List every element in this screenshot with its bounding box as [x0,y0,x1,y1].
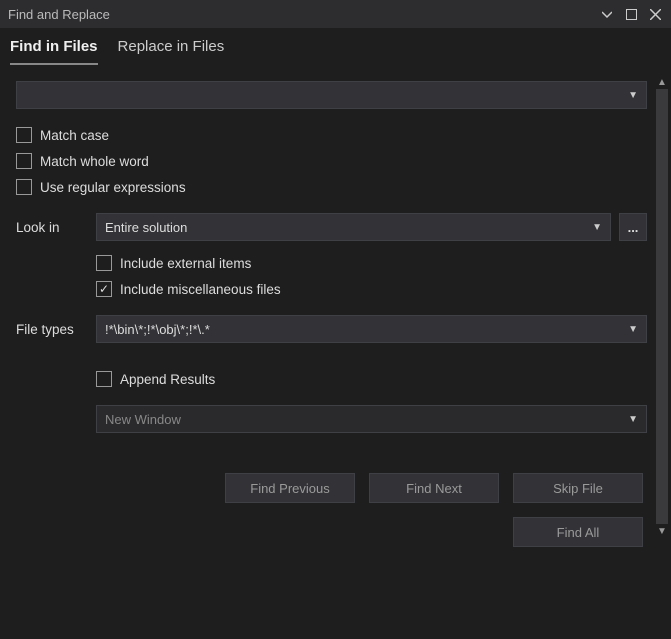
results-window-combo[interactable]: New Window ▼ [96,405,647,433]
scrollbar[interactable]: ▲ ▼ [655,75,669,538]
append-results-checkbox[interactable] [96,371,112,387]
match-case-checkbox[interactable] [16,127,32,143]
match-whole-word-checkbox[interactable] [16,153,32,169]
maximize-icon[interactable] [623,6,639,22]
find-all-button[interactable]: Find All [513,517,643,547]
tab-find-in-files[interactable]: Find in Files [10,38,98,65]
browse-button[interactable]: ... [619,213,647,241]
file-types-value: !*\bin\*;!*\obj\*;!*\.* [105,322,210,337]
window-title: Find and Replace [8,7,110,22]
content-panel: ▼ Match case Match whole word Use regula… [0,65,671,638]
window-menu-icon[interactable] [599,6,615,22]
include-misc-checkbox[interactable] [96,281,112,297]
chevron-down-icon: ▼ [628,414,638,425]
include-misc-label: Include miscellaneous files [120,282,281,297]
file-types-combo[interactable]: !*\bin\*;!*\obj\*;!*\.* ▼ [96,315,647,343]
search-input[interactable]: ▼ [16,81,647,109]
chevron-down-icon: ▼ [628,324,638,335]
match-whole-word-label: Match whole word [40,154,149,169]
find-previous-button[interactable]: Find Previous [225,473,355,503]
close-icon[interactable] [647,6,663,22]
include-external-label: Include external items [120,256,251,271]
include-external-checkbox[interactable] [96,255,112,271]
look-in-label: Look in [16,220,96,235]
scroll-down-icon[interactable]: ▼ [655,524,669,538]
chevron-down-icon: ▼ [592,222,602,233]
skip-file-button[interactable]: Skip File [513,473,643,503]
scroll-up-icon[interactable]: ▲ [655,75,669,89]
results-window-value: New Window [105,412,181,427]
use-regex-checkbox[interactable] [16,179,32,195]
tabs: Find in Files Replace in Files [0,28,671,65]
find-next-button[interactable]: Find Next [369,473,499,503]
look-in-combo[interactable]: Entire solution ▼ [96,213,611,241]
tab-replace-in-files[interactable]: Replace in Files [118,38,225,65]
titlebar-controls [599,6,663,22]
append-results-label: Append Results [120,372,215,387]
match-case-label: Match case [40,128,109,143]
chevron-down-icon: ▼ [628,90,638,101]
file-types-label: File types [16,322,96,337]
use-regex-label: Use regular expressions [40,180,186,195]
scroll-track[interactable] [656,89,668,524]
titlebar: Find and Replace [0,0,671,28]
look-in-value: Entire solution [105,220,187,235]
